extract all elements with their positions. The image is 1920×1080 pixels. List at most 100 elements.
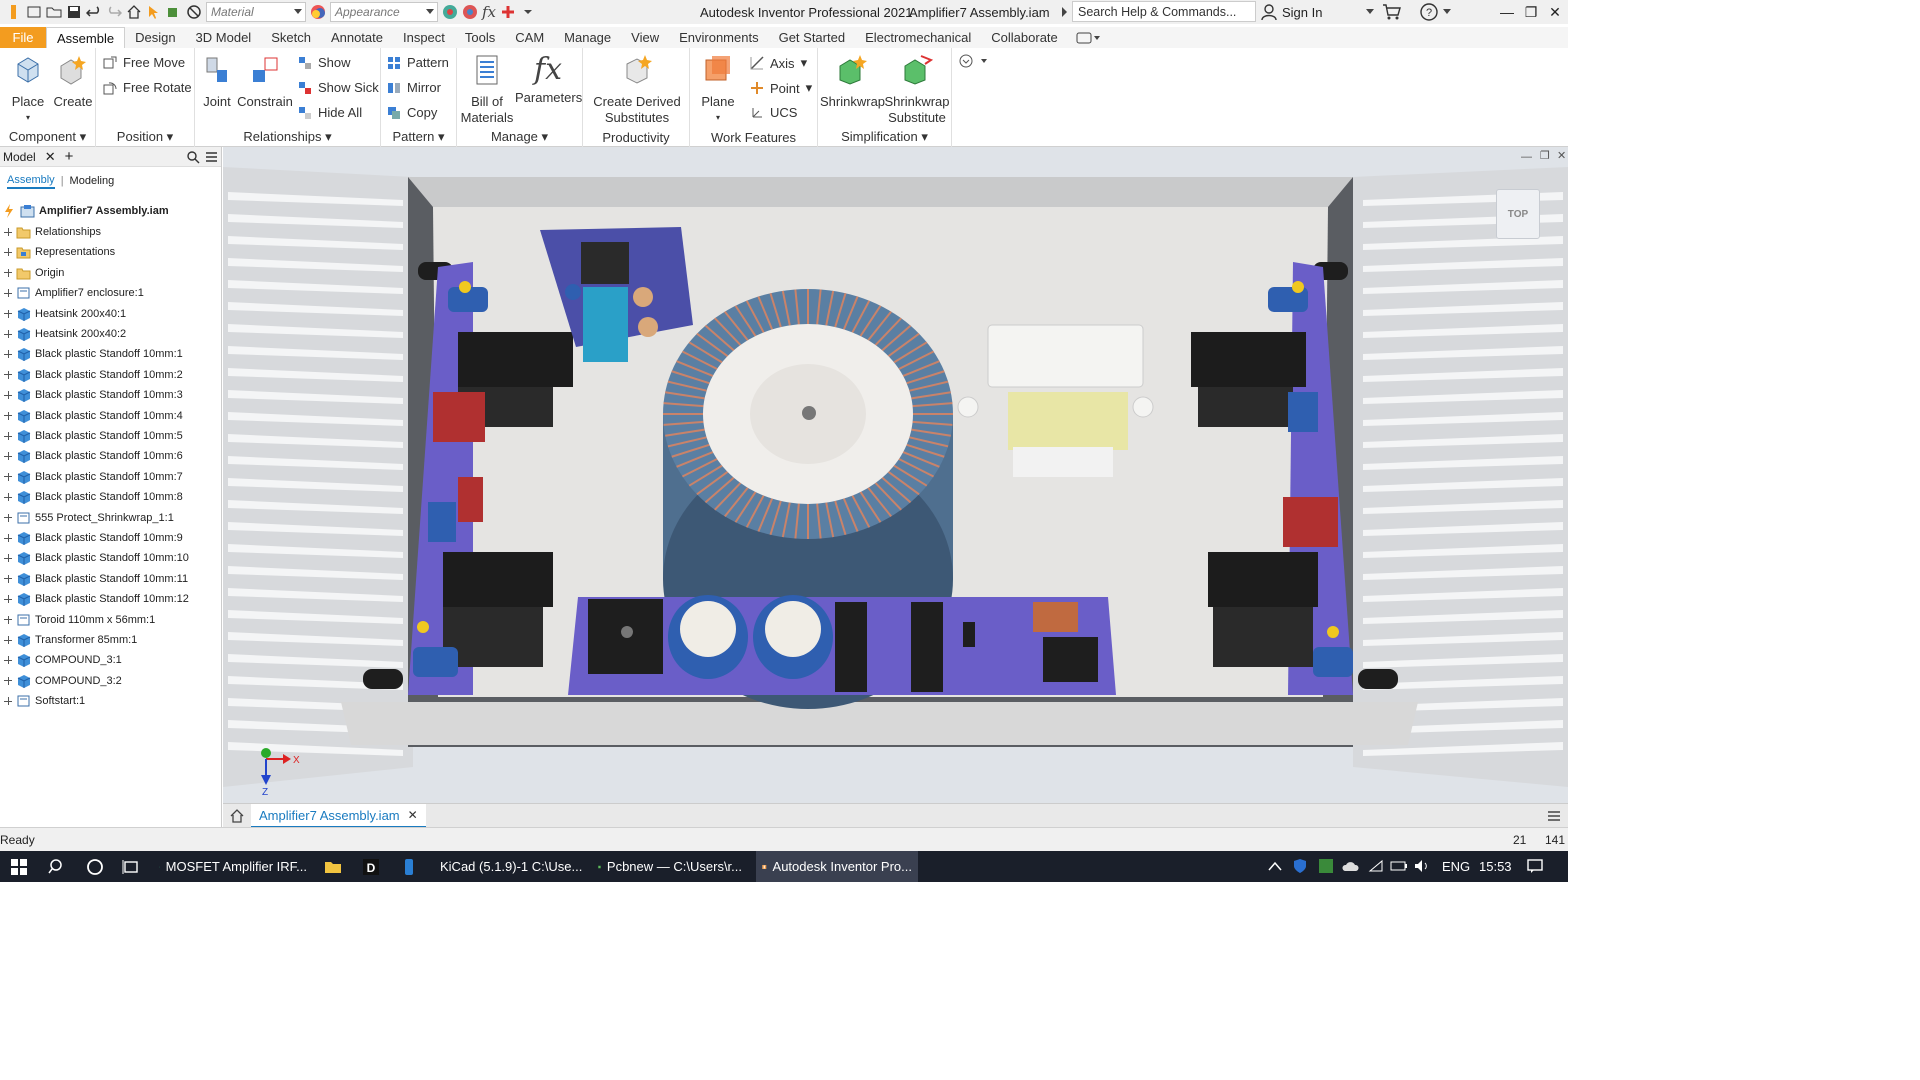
tab-design[interactable]: Design: [125, 27, 185, 48]
customize-qat-icon[interactable]: [520, 4, 536, 20]
task-view-button[interactable]: [116, 851, 146, 882]
tab-annotate[interactable]: Annotate: [321, 27, 393, 48]
expand-icon[interactable]: [4, 411, 12, 420]
expand-icon[interactable]: [4, 268, 12, 277]
appearance-dropdown[interactable]: Appearance: [330, 2, 438, 22]
redo-icon[interactable]: [106, 4, 122, 20]
home-icon[interactable]: [126, 4, 142, 20]
material-dropdown[interactable]: Material: [206, 2, 306, 22]
browser-title[interactable]: Model: [3, 150, 36, 164]
undo-icon[interactable]: [86, 4, 102, 20]
tree-item[interactable]: Black plastic Standoff 10mm:1: [0, 344, 183, 364]
document-tab[interactable]: Amplifier7 Assembly.iam ✕: [251, 804, 426, 828]
tree-item[interactable]: Amplifier7 enclosure:1: [0, 283, 144, 303]
expand-icon[interactable]: [4, 615, 12, 624]
add-icon[interactable]: [500, 4, 516, 20]
shrinkwrap-button[interactable]: Shrinkwrap: [820, 54, 885, 110]
simplification-panel-label[interactable]: Simplification ▾: [818, 129, 951, 145]
create-component-button[interactable]: Create: [52, 54, 94, 110]
update-icon[interactable]: [166, 4, 182, 20]
parameters-button[interactable]: fx Parameters: [515, 54, 582, 106]
mirror-button[interactable]: Mirror: [387, 80, 441, 95]
viewport-close-icon[interactable]: ✕: [1557, 149, 1566, 162]
ucs-button[interactable]: UCS: [750, 105, 797, 120]
expand-icon[interactable]: [4, 595, 12, 604]
ribbon-display-options-icon[interactable]: [1076, 32, 1100, 44]
component-panel-label[interactable]: Component ▾: [0, 129, 95, 145]
home-tab-icon[interactable]: [229, 808, 245, 824]
chevron-down-icon[interactable]: [1366, 9, 1374, 15]
expand-icon[interactable]: [4, 330, 12, 338]
cortana-button[interactable]: [80, 851, 110, 882]
expand-icon[interactable]: [4, 370, 12, 379]
tree-item[interactable]: Black plastic Standoff 10mm:3: [0, 385, 183, 405]
select-filter-icon[interactable]: [146, 4, 162, 20]
expand-icon[interactable]: [4, 350, 12, 359]
tab-collaborate[interactable]: Collaborate: [981, 27, 1068, 48]
tab-3d-model[interactable]: 3D Model: [186, 27, 262, 48]
tree-item[interactable]: Black plastic Standoff 10mm:12: [0, 589, 189, 609]
browser-close-icon[interactable]: ✕: [45, 149, 56, 165]
expand-icon[interactable]: [4, 289, 12, 298]
tree-item[interactable]: Black plastic Standoff 10mm:11: [0, 569, 188, 589]
tab-cam[interactable]: CAM: [505, 27, 554, 48]
place-button[interactable]: Place ▾: [6, 54, 50, 126]
expand-icon[interactable]: [4, 676, 12, 685]
search-commands-input[interactable]: Search Help & Commands...: [1072, 1, 1256, 22]
expand-icon[interactable]: [4, 432, 12, 440]
tree-item[interactable]: Black plastic Standoff 10mm:10: [0, 548, 189, 568]
taskbar-item-inventor[interactable]: Autodesk Inventor Pro...: [756, 851, 918, 882]
browser-tab-modeling[interactable]: Modeling: [70, 175, 115, 187]
tree-item[interactable]: Heatsink 200x40:1: [0, 304, 126, 324]
constrain-button[interactable]: Constrain: [237, 54, 293, 110]
expand-icon[interactable]: [4, 391, 12, 400]
taskbar-item-phone[interactable]: [394, 851, 424, 882]
show-button[interactable]: Show: [298, 55, 351, 70]
tab-environments[interactable]: Environments: [669, 27, 768, 48]
adjust-appearance-icon[interactable]: [442, 4, 458, 20]
create-derived-substitutes-button[interactable]: Create Derived Substitutes: [589, 54, 685, 126]
tab-tools[interactable]: Tools: [455, 27, 505, 48]
tree-item[interactable]: Heatsink 200x40:2: [0, 324, 126, 344]
tree-item[interactable]: Black plastic Standoff 10mm:8: [0, 487, 183, 507]
taskbar-item-dolby[interactable]: D: [356, 851, 386, 882]
notifications-icon[interactable]: [1527, 858, 1543, 874]
expand-icon[interactable]: [4, 309, 12, 318]
tree-item[interactable]: Black plastic Standoff 10mm:5: [0, 426, 183, 446]
help-icon[interactable]: ?: [1420, 3, 1438, 21]
tree-item[interactable]: Softstart:1: [0, 691, 85, 711]
axis-button[interactable]: Axis ▾: [750, 55, 807, 71]
tree-item[interactable]: Transformer 85mm:1: [0, 630, 137, 650]
taskbar-item-explorer[interactable]: [318, 851, 348, 882]
expand-icon[interactable]: [4, 574, 12, 583]
tab-file[interactable]: File: [0, 27, 46, 48]
tab-electromechanical[interactable]: Electromechanical: [855, 27, 981, 48]
tree-item[interactable]: Representations: [0, 242, 115, 262]
taskbar-search-button[interactable]: [42, 851, 72, 882]
taskbar-item-chrome[interactable]: MOSFET Amplifier IRF...: [153, 851, 313, 882]
start-button[interactable]: [4, 851, 34, 882]
copy-button[interactable]: Copy: [387, 105, 437, 120]
wifi-icon[interactable]: [1368, 858, 1384, 874]
chevron-right-icon[interactable]: [1060, 6, 1068, 18]
document-tab-close-icon[interactable]: ✕: [408, 808, 418, 822]
tree-item[interactable]: Black plastic Standoff 10mm:6: [0, 446, 183, 466]
expand-icon[interactable]: [4, 656, 12, 665]
tab-view[interactable]: View: [621, 27, 669, 48]
expand-icon[interactable]: [4, 228, 12, 236]
browser-menu-icon[interactable]: [205, 151, 218, 163]
tree-item[interactable]: Black plastic Standoff 10mm:7: [0, 467, 183, 487]
viewport-restore-icon[interactable]: ❐: [1540, 149, 1550, 162]
ribbon-extra-dropdown-icon[interactable]: [958, 54, 990, 68]
shrinkwrap-substitute-button[interactable]: Shrinkwrap Substitute: [884, 54, 950, 126]
tab-inspect[interactable]: Inspect: [393, 27, 455, 48]
tree-item[interactable]: Toroid 110mm x 56mm:1: [0, 610, 155, 630]
language-indicator[interactable]: ENG: [1442, 859, 1470, 874]
tab-manage[interactable]: Manage: [554, 27, 621, 48]
pattern-button[interactable]: Pattern: [387, 55, 449, 70]
free-move-button[interactable]: Free Move: [103, 55, 185, 70]
tab-get-started[interactable]: Get Started: [769, 27, 855, 48]
clear-appearance-override-icon[interactable]: [462, 4, 478, 20]
tray-chevron-up-icon[interactable]: [1268, 861, 1282, 871]
tab-sketch[interactable]: Sketch: [261, 27, 321, 48]
